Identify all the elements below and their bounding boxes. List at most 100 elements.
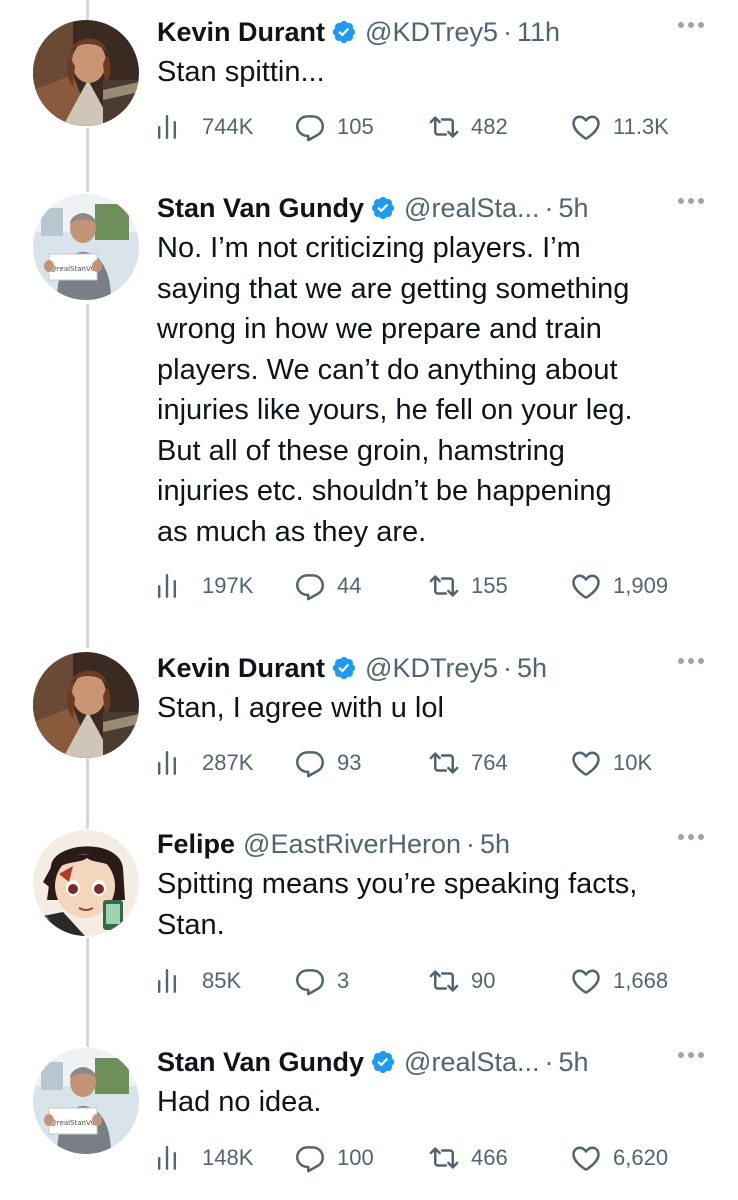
retweet-button[interactable]: 482 — [429, 112, 508, 142]
like-button[interactable]: 11.3K — [571, 112, 669, 142]
tweet-header: Stan Van Gundy @realSta... · 5h — [157, 190, 704, 226]
verified-badge-icon — [370, 1049, 396, 1075]
views-button[interactable]: 197K — [157, 571, 253, 601]
views-icon — [157, 114, 177, 140]
like-count: 6,620 — [613, 1145, 669, 1170]
author-name[interactable]: Stan Van Gundy — [157, 193, 364, 224]
retweet-icon — [429, 966, 459, 996]
more-icon[interactable] — [678, 22, 704, 28]
tweet-content: Kevin Durant @KDTrey5 · 11h Stan spittin… — [157, 14, 704, 93]
avatar[interactable]: @realStanVG — [33, 194, 139, 300]
reply-button[interactable]: 105 — [295, 112, 374, 142]
reply-button[interactable]: 44 — [295, 571, 361, 601]
avatar-sign-text: @realStanVG — [50, 265, 96, 273]
like-count: 1,909 — [613, 573, 669, 598]
views-button[interactable]: 148K — [157, 1143, 253, 1173]
tweet-time[interactable]: 5h — [480, 829, 510, 860]
retweet-icon — [429, 112, 459, 142]
tweet-time[interactable]: 11h — [517, 17, 560, 48]
retweet-count: 155 — [471, 573, 508, 598]
retweet-count: 482 — [471, 114, 508, 139]
avatar[interactable] — [33, 20, 139, 126]
tweet-text: Had no idea. — [157, 1086, 322, 1118]
verified-badge-icon — [370, 195, 396, 221]
avatar-image — [33, 20, 139, 126]
thread-line — [86, 128, 89, 192]
avatar[interactable]: @realStanVG — [33, 1048, 139, 1154]
author-handle[interactable]: @EastRiverHeron — [243, 829, 461, 860]
reply-count: 105 — [337, 114, 374, 139]
tweet-time[interactable]: 5h — [559, 193, 589, 224]
views-button[interactable]: 744K — [157, 112, 253, 142]
author-name[interactable]: Kevin Durant — [157, 17, 325, 48]
like-button[interactable]: 1,668 — [571, 966, 668, 996]
views-icon — [157, 968, 177, 994]
like-button[interactable]: 1,909 — [571, 571, 668, 601]
author-handle[interactable]: @KDTrey5 — [365, 653, 498, 684]
avatar-image — [33, 652, 139, 758]
reply-icon — [295, 966, 325, 996]
more-icon[interactable] — [678, 834, 704, 840]
retweet-button[interactable]: 155 — [429, 571, 508, 601]
retweet-button[interactable]: 90 — [429, 966, 495, 996]
like-icon — [571, 1143, 601, 1173]
views-button[interactable]: 287K — [157, 748, 253, 778]
retweet-count: 90 — [471, 968, 496, 993]
tweet-content: Felipe @EastRiverHeron · 5h Spitting mea… — [157, 826, 704, 945]
like-button[interactable]: 10K — [571, 748, 652, 778]
views-button[interactable]: 85K — [157, 966, 241, 996]
reply-button[interactable]: 93 — [295, 748, 361, 778]
author-name[interactable]: Kevin Durant — [157, 653, 325, 684]
avatar-image — [33, 830, 139, 936]
tweet-text: No. I’m not criticizing players. I’m say… — [157, 232, 633, 548]
retweet-button[interactable]: 466 — [429, 1143, 508, 1173]
thread-line — [86, 0, 89, 20]
tweet-time[interactable]: 5h — [559, 1047, 589, 1078]
tweet-actions: 197K 44 155 1,909 — [157, 571, 697, 601]
tweet-actions: 287K 93 764 10K — [157, 748, 697, 778]
reply-button[interactable]: 3 — [295, 966, 349, 996]
like-count: 11.3K — [613, 114, 669, 139]
more-icon[interactable] — [678, 1052, 704, 1058]
avatar-image: @realStanVG — [33, 1048, 139, 1154]
tweet-content: Stan Van Gundy @realSta... · 5h No. I’m … — [157, 190, 704, 552]
like-count: 1,668 — [613, 968, 669, 993]
author-handle[interactable]: @realSta... — [404, 1047, 539, 1078]
avatar-sign-text: @realStanVG — [50, 1119, 96, 1127]
tweet-header: Kevin Durant @KDTrey5 · 11h — [157, 14, 704, 50]
reply-icon — [295, 748, 325, 778]
author-handle[interactable]: @KDTrey5 — [365, 17, 498, 48]
separator-dot: · — [544, 1046, 554, 1077]
retweet-icon — [429, 748, 459, 778]
tweet-header: Kevin Durant @KDTrey5 · 5h — [157, 650, 704, 686]
avatar[interactable] — [33, 830, 139, 936]
reply-icon — [295, 112, 325, 142]
views-count: 148K — [202, 1145, 254, 1170]
views-icon — [157, 750, 177, 776]
thread-line — [86, 938, 89, 1047]
retweet-count: 466 — [471, 1145, 508, 1170]
views-icon — [157, 1145, 177, 1171]
reply-count: 44 — [337, 573, 362, 598]
like-icon — [571, 966, 601, 996]
views-count: 744K — [202, 114, 254, 139]
tweet-header: Felipe @EastRiverHeron · 5h — [157, 826, 704, 862]
author-handle[interactable]: @realSta... — [404, 193, 539, 224]
views-count: 197K — [202, 573, 254, 598]
avatar[interactable] — [33, 652, 139, 758]
verified-badge-icon — [331, 19, 357, 45]
more-icon[interactable] — [678, 198, 704, 204]
tweet-text: Stan spittin... — [157, 56, 325, 88]
author-name[interactable]: Felipe — [157, 829, 235, 860]
retweet-button[interactable]: 764 — [429, 748, 508, 778]
views-count: 85K — [202, 968, 242, 993]
like-button[interactable]: 6,620 — [571, 1143, 668, 1173]
author-name[interactable]: Stan Van Gundy — [157, 1047, 364, 1078]
more-icon[interactable] — [678, 658, 704, 664]
tweet-time[interactable]: 5h — [517, 653, 547, 684]
reply-button[interactable]: 100 — [295, 1143, 374, 1173]
views-icon — [157, 573, 177, 599]
tweet-actions: 744K 105 482 11.3K — [157, 112, 697, 142]
retweet-icon — [429, 571, 459, 601]
tweet-actions: 148K 100 466 6,620 — [157, 1143, 697, 1173]
